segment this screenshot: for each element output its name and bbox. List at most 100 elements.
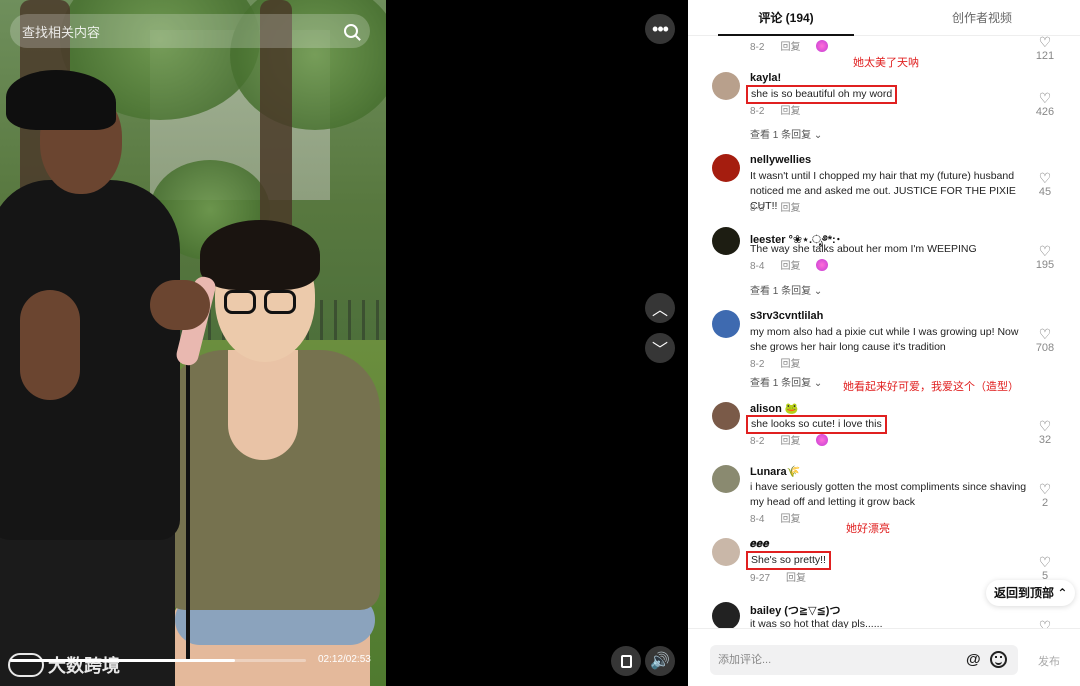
comment-meta: 8-2 回复	[750, 102, 816, 117]
like-button[interactable]: ♡ 121	[1030, 34, 1060, 62]
comment-text: i have seriously gotten the most complim…	[750, 481, 1027, 508]
volume-button[interactable]: 🔊	[645, 646, 675, 676]
like-button[interactable]: ♡ 2	[1030, 481, 1060, 509]
like-count: 195	[1035, 259, 1055, 271]
comment-text: my mom also had a pixie cut while I was …	[750, 326, 1019, 353]
previous-video-button[interactable]: ︿	[645, 293, 675, 323]
like-button[interactable]: ♡ 5	[1030, 554, 1060, 582]
more-dots-icon: •••	[652, 18, 669, 39]
comment-username[interactable]: bailey (つ≧▽≦)つ	[750, 602, 840, 618]
avatar[interactable]	[712, 602, 740, 630]
reply-button[interactable]: 回复	[780, 42, 800, 53]
comment-date: 8-2	[750, 106, 765, 117]
heart-icon: ♡	[1038, 34, 1052, 50]
time-readout: 02:12/02:53	[318, 654, 371, 665]
back-to-top-button[interactable]: 返回到顶部 ⌃	[986, 580, 1076, 606]
like-count: 121	[1035, 50, 1055, 62]
emoji-icon[interactable]	[990, 651, 1007, 668]
comment-meta: 9-27 回复	[750, 569, 822, 584]
avatar[interactable]	[712, 538, 740, 566]
comment-meta: 8-2 回复	[750, 432, 844, 447]
heart-icon: ♡	[1038, 170, 1052, 186]
stylist-hand	[150, 280, 210, 330]
avatar[interactable]	[712, 72, 740, 100]
comment-username[interactable]: kayla!	[750, 72, 781, 84]
reply-button[interactable]: 回复	[780, 203, 800, 214]
comment-username[interactable]: 𝒆𝒆𝒆	[750, 538, 769, 551]
chevron-down-icon: ⌄	[813, 130, 823, 141]
comment-meta: 8-2 回复	[750, 38, 844, 53]
video-search-bar[interactable]: 查找相关内容	[10, 14, 370, 48]
like-button[interactable]: ♡ 426	[1030, 90, 1060, 118]
comment-date: 8-2	[750, 436, 765, 447]
creator-liked-icon	[816, 434, 829, 446]
view-replies-button[interactable]: 查看 1 条回复 ⌄	[750, 374, 822, 389]
avatar[interactable]	[712, 227, 740, 255]
heart-icon: ♡	[1038, 554, 1052, 570]
post-button[interactable]: 发布	[1038, 653, 1060, 669]
video-player[interactable]: 查找相关内容 大数跨境 02:12/02:53 ••• ︿ ﹀ 🔊	[0, 0, 688, 686]
reply-button[interactable]: 回复	[780, 436, 800, 447]
stylist-arm	[20, 290, 80, 400]
comments-panel: 评论 (194) 创作者视频 8-2 回复 ♡ 121 她太美了天呐 kayla!…	[688, 0, 1080, 686]
comment-date: 9-27	[750, 573, 771, 584]
view-replies-label: 查看 1 条回复	[750, 130, 812, 141]
view-replies-label: 查看 1 条回复	[750, 286, 812, 297]
next-video-button[interactable]: ﹀	[645, 333, 675, 363]
chevron-down-icon: ﹀	[651, 342, 668, 359]
search-icon[interactable]	[344, 24, 358, 38]
comment-composer: 添加评论... @ 发布	[688, 628, 1080, 686]
reply-button[interactable]: 回复	[780, 359, 800, 370]
tab-comments[interactable]: 评论 (194)	[688, 0, 884, 36]
comment-date: 8-2	[750, 359, 765, 370]
reply-button[interactable]: 回复	[780, 106, 800, 117]
view-replies-button[interactable]: 查看 1 条回复 ⌄	[750, 282, 822, 297]
avatar[interactable]	[712, 402, 740, 430]
search-placeholder[interactable]: 查找相关内容	[22, 22, 344, 41]
comment-text: She's so pretty!!	[746, 551, 831, 570]
watermark: 大数跨境	[8, 652, 120, 678]
comment-date: 8-4	[750, 514, 765, 525]
chevron-down-icon: ⌄	[813, 378, 823, 389]
video-frame[interactable]: 查找相关内容 大数跨境 02:12/02:53	[0, 0, 386, 686]
like-button[interactable]: ♡ 45	[1030, 170, 1060, 198]
picture-in-picture-button[interactable]	[611, 646, 641, 676]
mention-icon[interactable]: @	[966, 651, 981, 668]
reply-button[interactable]: 回复	[786, 573, 806, 584]
creator-liked-icon	[816, 40, 829, 52]
heart-icon: ♡	[1038, 326, 1052, 342]
like-count: 708	[1035, 342, 1055, 354]
translation-annotation: 她好漂亮	[846, 523, 890, 535]
avatar[interactable]	[712, 154, 740, 182]
like-button[interactable]: ♡ 195	[1030, 243, 1060, 271]
comment-username[interactable]: alison 🐸	[750, 402, 799, 415]
like-button[interactable]: ♡ 708	[1030, 326, 1060, 354]
comment-date: 8-2	[750, 42, 765, 53]
chevron-up-icon: ︿	[651, 302, 668, 319]
like-count: 426	[1035, 106, 1055, 118]
comment-date: 8-4	[750, 261, 765, 272]
comment-username[interactable]: s3rv3cvntlilah	[750, 310, 823, 322]
heart-icon: ♡	[1038, 243, 1052, 259]
translation-annotation: 她太美了天呐	[853, 57, 919, 69]
watermark-text: 大数跨境	[48, 656, 120, 676]
progress-bar[interactable]	[10, 659, 306, 662]
tab-creator-videos[interactable]: 创作者视频	[884, 0, 1080, 35]
like-button[interactable]: ♡ 32	[1030, 418, 1060, 446]
creator-liked-icon	[816, 259, 829, 271]
more-options-button[interactable]: •••	[645, 14, 675, 44]
speaker-icon: 🔊	[650, 653, 670, 670]
view-replies-button[interactable]: 查看 1 条回复 ⌄	[750, 126, 822, 141]
comment-meta: 8-4 回复	[750, 257, 844, 272]
avatar[interactable]	[712, 465, 740, 493]
reply-button[interactable]: 回复	[780, 514, 800, 525]
reply-button[interactable]: 回复	[780, 261, 800, 272]
panel-tabs: 评论 (194) 创作者视频	[688, 0, 1080, 36]
heart-icon: ♡	[1038, 481, 1052, 497]
comment-username[interactable]: nellywellies	[750, 154, 811, 166]
comment-meta: 8-4 回复	[750, 510, 816, 525]
avatar[interactable]	[712, 310, 740, 338]
client-neckline	[228, 350, 298, 460]
heart-icon: ♡	[1038, 418, 1052, 434]
comment-username[interactable]: Lunara🌾	[750, 465, 800, 478]
